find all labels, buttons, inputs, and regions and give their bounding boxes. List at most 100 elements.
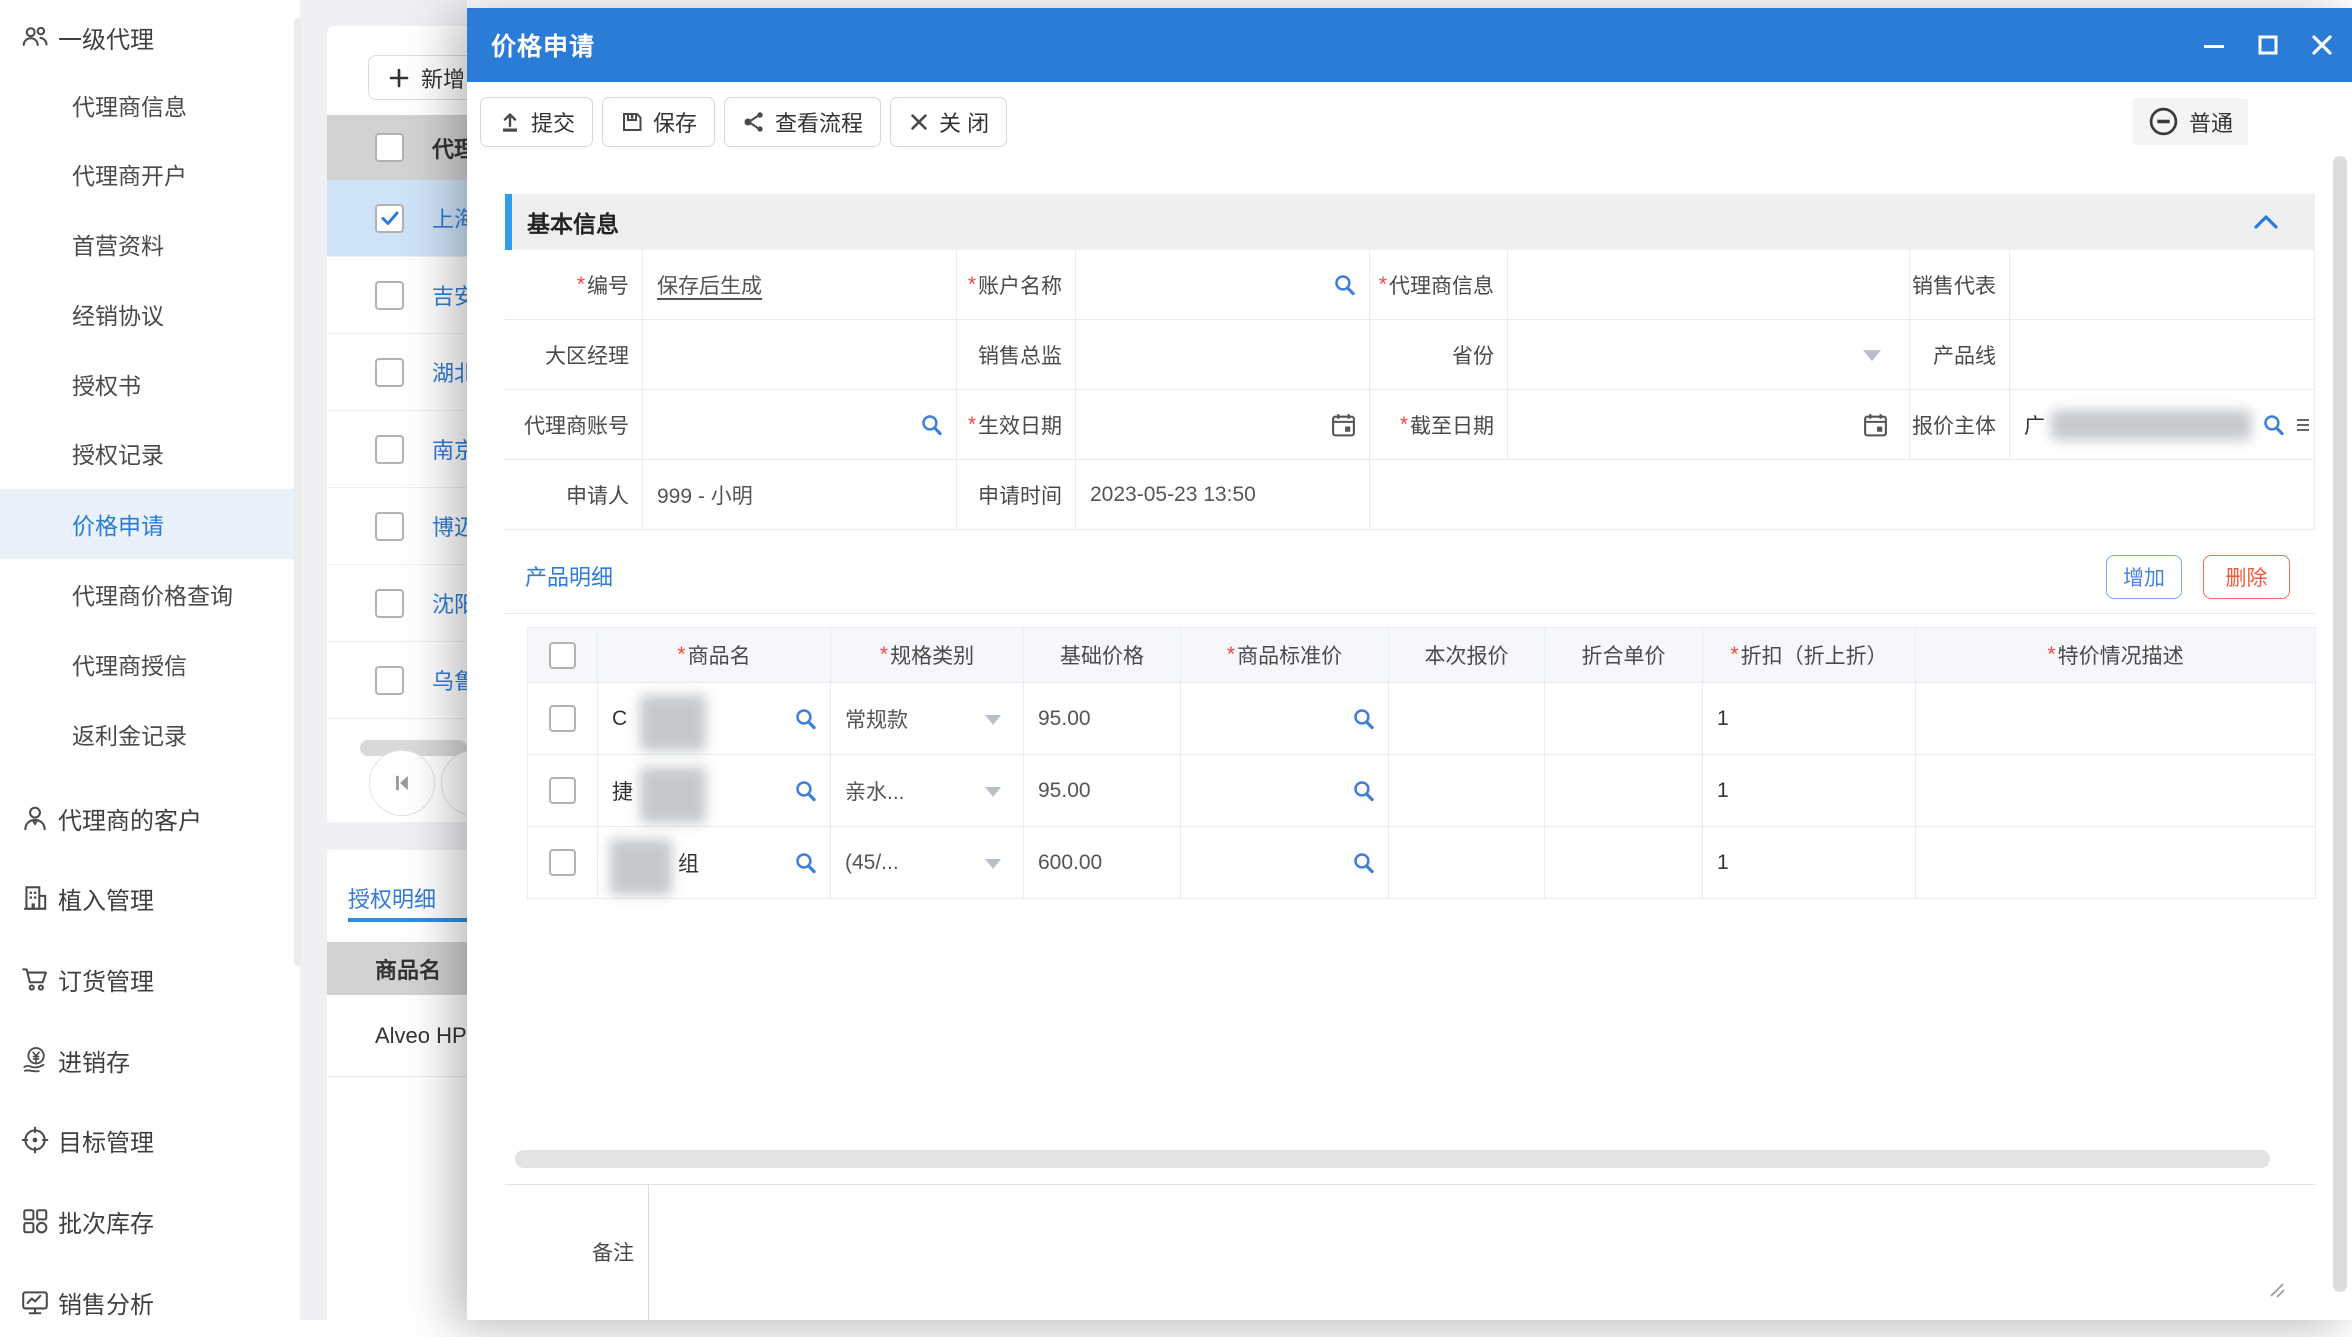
- current-quote-cell[interactable]: [1389, 827, 1545, 899]
- product-name-cell[interactable]: 捷: [598, 755, 831, 827]
- sidebar-item-order-management[interactable]: 订货管理: [0, 944, 300, 1014]
- table-row[interactable]: 吉安: [327, 257, 467, 334]
- table-row[interactable]: 博迈: [327, 488, 467, 565]
- discount-cell[interactable]: 1: [1703, 755, 1916, 827]
- agent-account-field[interactable]: [643, 390, 957, 460]
- current-quote-cell[interactable]: [1389, 683, 1545, 755]
- table-row[interactable]: 南京: [327, 411, 467, 488]
- row-checkbox[interactable]: [375, 665, 404, 695]
- special-price-desc-cell[interactable]: [1916, 755, 2316, 827]
- search-icon[interactable]: [1351, 778, 1376, 803]
- end-date-field[interactable]: [1508, 390, 1910, 460]
- add-new-button[interactable]: 新增: [368, 55, 467, 100]
- search-icon[interactable]: [2261, 412, 2286, 437]
- sidebar-item-first-level-agent[interactable]: 一级代理: [0, 2, 300, 72]
- chevron-up-icon[interactable]: [2253, 214, 2279, 230]
- quote-entity-field[interactable]: 广: [2010, 390, 2315, 460]
- row-checkbox[interactable]: [375, 357, 404, 387]
- minimize-icon[interactable]: [2202, 33, 2226, 57]
- search-icon[interactable]: [793, 706, 818, 731]
- spec-type-cell[interactable]: 常规款: [831, 683, 1024, 755]
- search-icon[interactable]: [919, 412, 944, 437]
- horizontal-scrollbar[interactable]: [515, 1150, 2270, 1168]
- product-name-cell[interactable]: C: [598, 683, 831, 755]
- row-checkbox-checked[interactable]: [375, 203, 404, 233]
- sidebar-item-implant-management[interactable]: 植入管理: [0, 863, 300, 933]
- special-price-desc-cell[interactable]: [1916, 827, 2316, 899]
- select-all-checkbox[interactable]: [375, 133, 404, 162]
- search-icon[interactable]: [1351, 706, 1376, 731]
- resize-icon[interactable]: [2267, 1280, 2285, 1298]
- view-flow-button[interactable]: 查看流程: [724, 97, 882, 147]
- sidebar-item-rebate-record[interactable]: 返利金记录: [0, 699, 300, 769]
- prev-page-button[interactable]: [441, 750, 467, 816]
- caret-down-icon[interactable]: [1863, 349, 1881, 361]
- calendar-icon[interactable]: [1862, 411, 1889, 438]
- search-icon[interactable]: [1351, 850, 1376, 875]
- sidebar-item-batch-stock[interactable]: 批次库存: [0, 1186, 300, 1256]
- calendar-icon[interactable]: [1330, 411, 1357, 438]
- row-checkbox[interactable]: [375, 588, 404, 618]
- discount-cell[interactable]: 1: [1703, 683, 1916, 755]
- table-row[interactable]: Alveo HP: [327, 995, 467, 1077]
- remark-textarea[interactable]: [648, 1184, 2315, 1320]
- current-quote-cell[interactable]: [1389, 755, 1545, 827]
- province-select[interactable]: [1508, 320, 1910, 390]
- row-checkbox[interactable]: [549, 777, 576, 804]
- special-price-desc-cell[interactable]: [1916, 683, 2316, 755]
- standard-price-cell[interactable]: [1181, 827, 1389, 899]
- sales-rep-field[interactable]: [2010, 250, 2315, 320]
- sidebar-item-agent-credit[interactable]: 代理商授信: [0, 629, 300, 699]
- submit-button[interactable]: 提交: [480, 97, 594, 147]
- row-checkbox[interactable]: [549, 849, 576, 876]
- table-row[interactable]: 沈阳: [327, 565, 467, 642]
- discount-cell[interactable]: 1: [1703, 827, 1916, 899]
- caret-down-icon[interactable]: [985, 786, 1001, 797]
- effective-date-field[interactable]: [1076, 390, 1370, 460]
- sidebar-item-agent-price-query[interactable]: 代理商价格查询: [0, 559, 300, 629]
- sidebar-item-distribution-agreement[interactable]: 经销协议: [0, 279, 300, 349]
- product-line-field[interactable]: [2010, 320, 2315, 390]
- list-icon[interactable]: [2296, 417, 2310, 433]
- tab-authorization-detail[interactable]: 授权明细: [348, 882, 436, 914]
- search-icon[interactable]: [1332, 272, 1357, 297]
- select-all-checkbox[interactable]: [549, 641, 576, 669]
- number-field[interactable]: 保存后生成: [643, 250, 957, 320]
- sidebar-item-authorization-record[interactable]: 授权记录: [0, 418, 300, 488]
- account-name-field[interactable]: [1076, 250, 1370, 320]
- table-row[interactable]: 湖北: [327, 334, 467, 411]
- save-button[interactable]: 保存: [602, 97, 716, 147]
- standard-price-cell[interactable]: [1181, 683, 1389, 755]
- row-checkbox[interactable]: [375, 280, 404, 310]
- table-row[interactable]: 上海: [327, 180, 467, 257]
- product-name-cell[interactable]: 组: [598, 827, 831, 899]
- search-icon[interactable]: [793, 778, 818, 803]
- close-icon[interactable]: [2310, 33, 2334, 57]
- sidebar-item-first-sale-docs[interactable]: 首营资料: [0, 209, 300, 279]
- sidebar-item-sales-analysis[interactable]: 销售分析: [0, 1267, 300, 1337]
- spec-type-cell[interactable]: 亲水...: [831, 755, 1024, 827]
- table-row[interactable]: 乌鲁: [327, 642, 467, 719]
- sidebar-scrollbar[interactable]: [294, 18, 301, 966]
- product-detail-title[interactable]: 产品明细: [525, 560, 613, 592]
- add-row-button[interactable]: 增加: [2106, 555, 2182, 599]
- maximize-icon[interactable]: [2256, 33, 2280, 57]
- search-icon[interactable]: [793, 850, 818, 875]
- sidebar-item-agent-account-open[interactable]: 代理商开户: [0, 139, 300, 209]
- caret-down-icon[interactable]: [985, 858, 1001, 869]
- agent-info-field[interactable]: [1508, 250, 1910, 320]
- caret-down-icon[interactable]: [985, 714, 1001, 725]
- sidebar-item-price-application[interactable]: 价格申请: [0, 489, 300, 559]
- sales-director-field[interactable]: [1076, 320, 1370, 390]
- sidebar-item-inventory[interactable]: 进销存: [0, 1025, 300, 1095]
- vertical-scrollbar[interactable]: [2333, 156, 2347, 1292]
- sidebar-item-agent-info[interactable]: 代理商信息: [0, 70, 300, 140]
- row-checkbox[interactable]: [375, 434, 404, 464]
- row-checkbox[interactable]: [549, 705, 576, 732]
- priority-badge[interactable]: 普通: [2133, 98, 2248, 145]
- sidebar-item-agent-customers[interactable]: 代理商的客户: [0, 783, 300, 853]
- standard-price-cell[interactable]: [1181, 755, 1389, 827]
- sidebar-item-authorization-letter[interactable]: 授权书: [0, 349, 300, 419]
- first-page-button[interactable]: [369, 750, 435, 816]
- row-checkbox[interactable]: [375, 511, 404, 541]
